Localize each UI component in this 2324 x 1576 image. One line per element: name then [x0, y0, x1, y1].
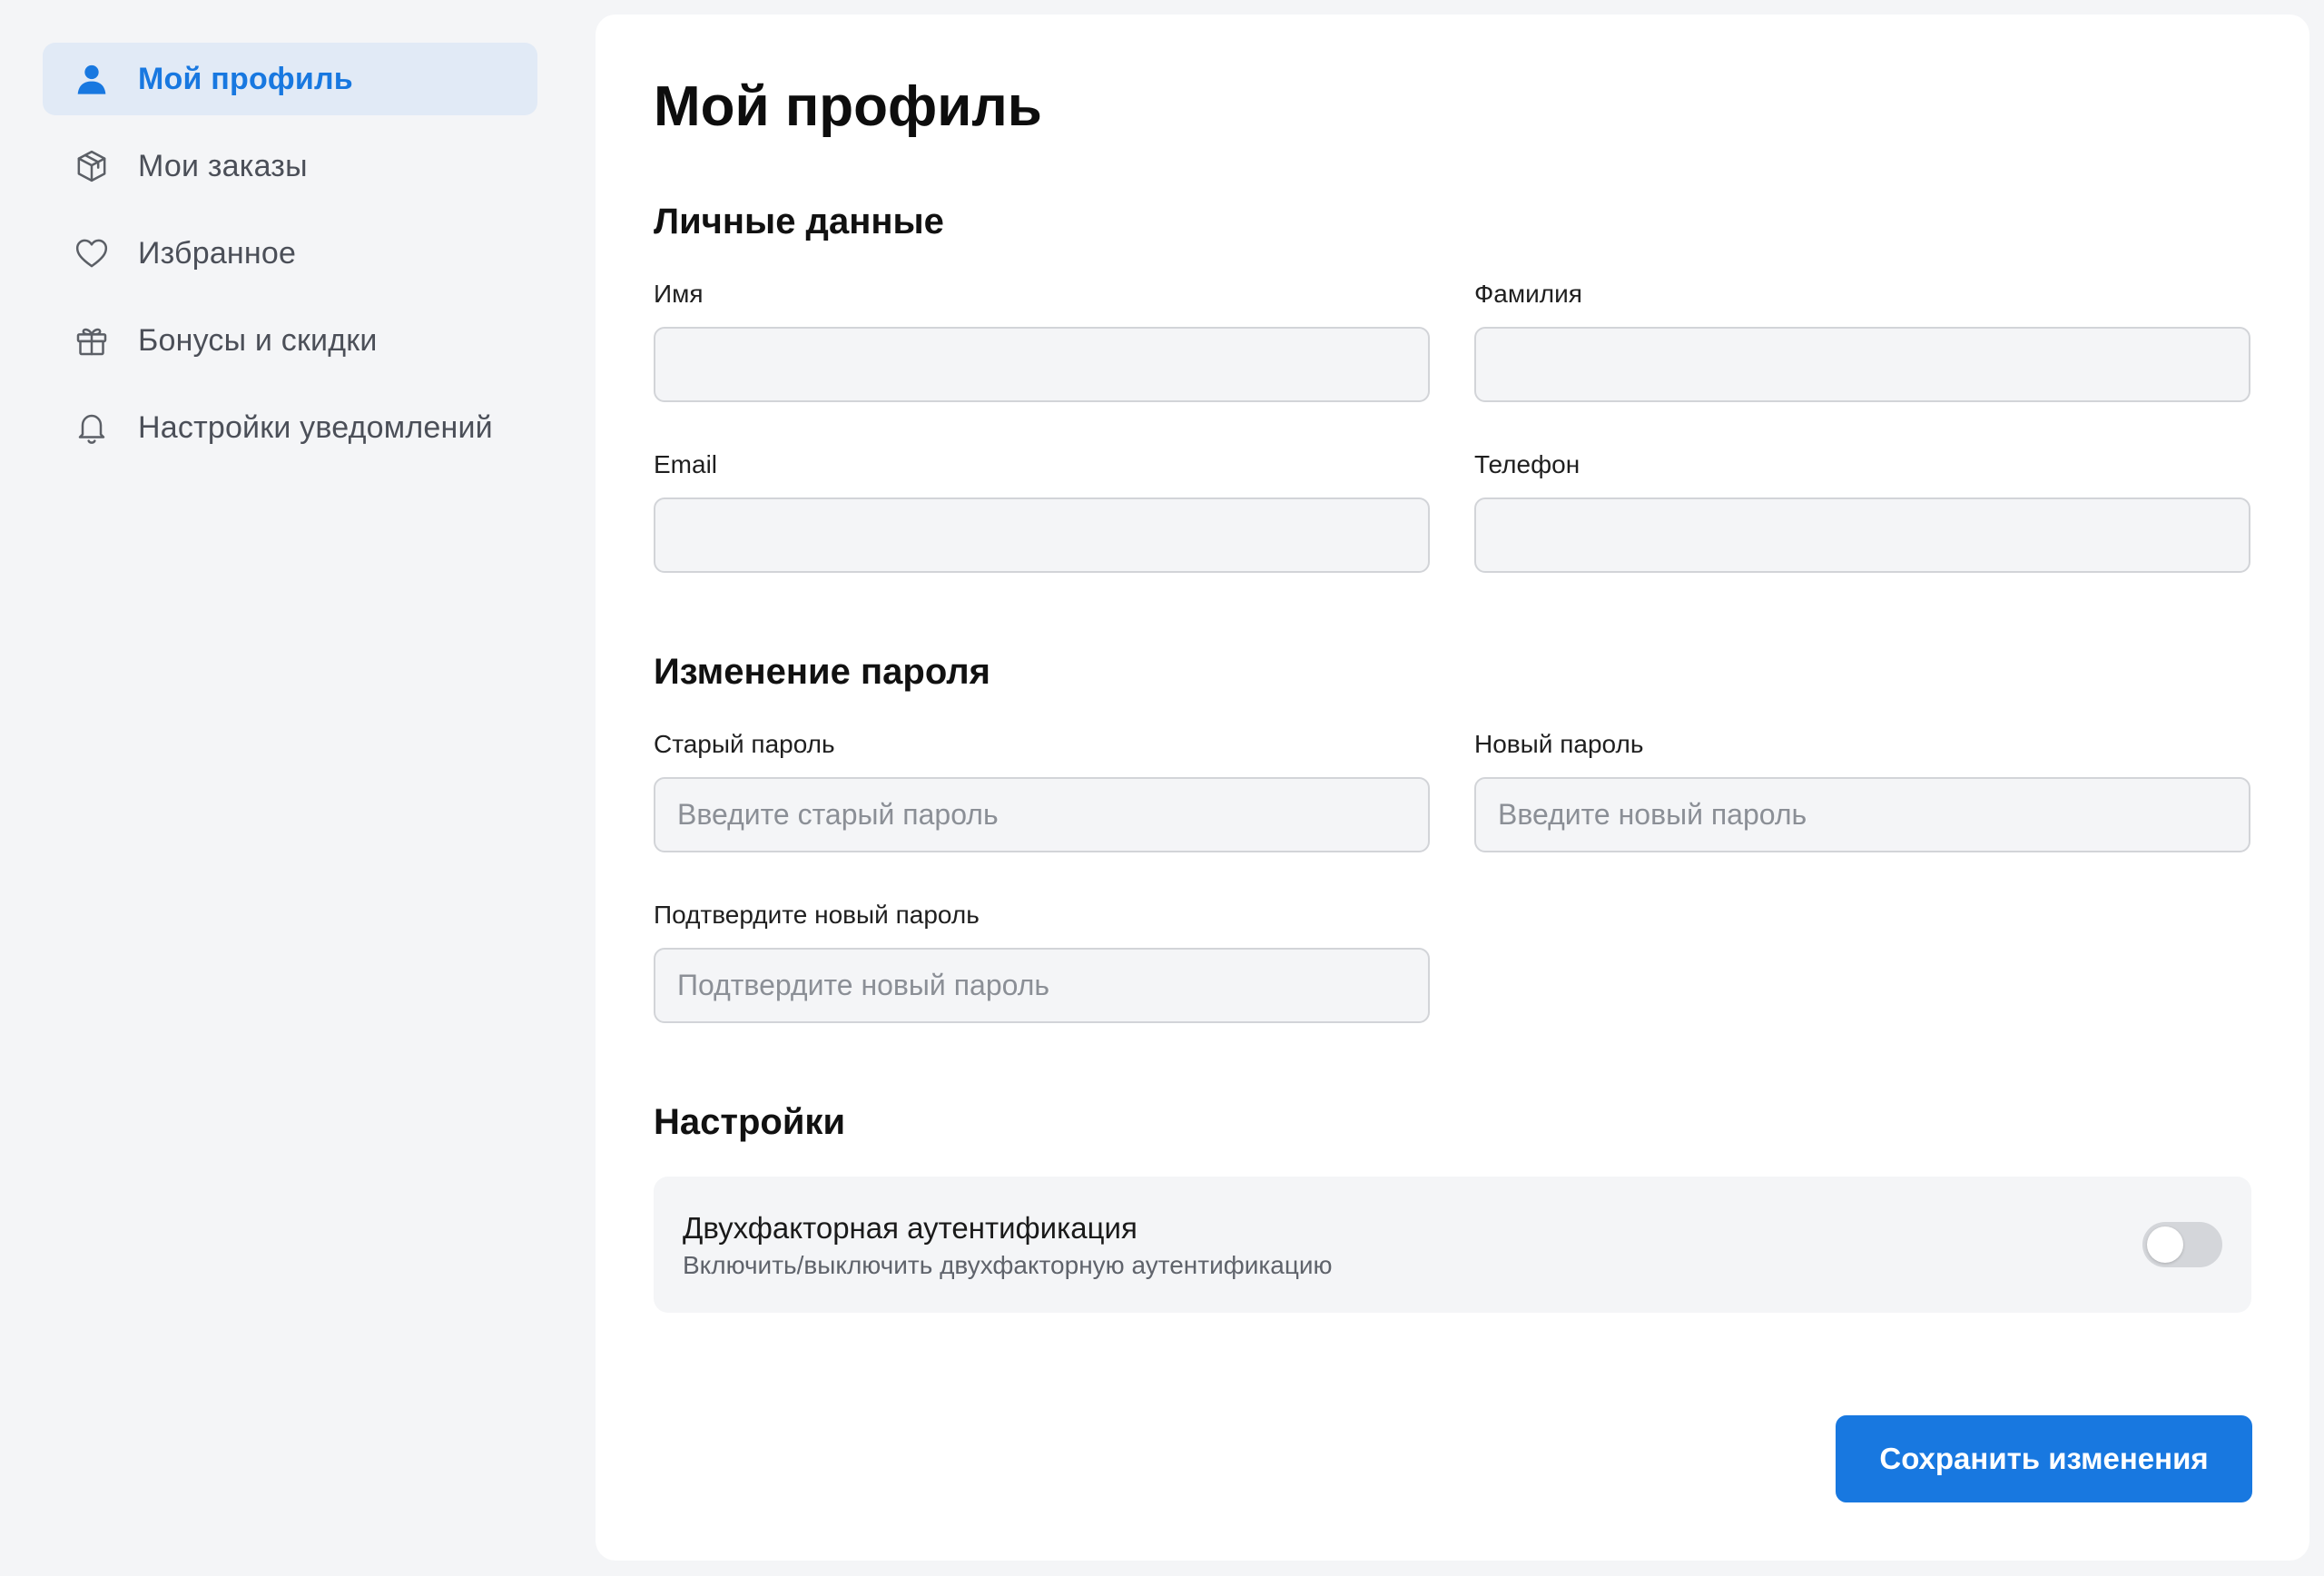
user-icon: [74, 61, 110, 97]
sidebar-item-label: Настройки уведомлений: [138, 409, 493, 445]
sidebar-item-label: Избранное: [138, 235, 297, 271]
password-change-heading: Изменение пароля: [654, 652, 991, 692]
two-factor-description: Включить/выключить двухфакторную аутенти…: [683, 1251, 1333, 1279]
two-factor-title: Двухфакторная аутентификация: [683, 1211, 1137, 1245]
bell-icon: [74, 409, 110, 446]
email-label: Email: [654, 450, 718, 478]
sidebar-item-label: Мой профиль: [138, 61, 353, 96]
sidebar-item-notification-settings[interactable]: Настройки уведомлений: [43, 391, 537, 464]
old-password-input[interactable]: [654, 777, 1430, 852]
first-name-label: Имя: [654, 280, 704, 308]
old-password-label: Старый пароль: [654, 730, 835, 758]
page-title: Мой профиль: [654, 75, 1042, 138]
personal-data-heading: Личные данные: [654, 202, 944, 241]
sidebar-item-favorites[interactable]: Избранное: [43, 217, 537, 290]
two-factor-setting: Двухфакторная аутентификация Включить/вы…: [654, 1177, 2251, 1313]
sidebar-item-bonuses[interactable]: Бонусы и скидки: [43, 304, 537, 377]
last-name-label: Фамилия: [1474, 280, 1582, 308]
confirm-password-label: Подтвердите новый пароль: [654, 901, 980, 929]
sidebar: Мой профиль Мои заказы Избранное Бонусы …: [43, 43, 537, 478]
sidebar-item-label: Бонусы и скидки: [138, 322, 378, 358]
two-factor-toggle[interactable]: [2142, 1222, 2222, 1267]
heart-icon: [74, 235, 110, 271]
sidebar-item-label: Мои заказы: [138, 148, 308, 183]
phone-input[interactable]: [1474, 497, 2250, 573]
email-input[interactable]: [654, 497, 1430, 573]
sidebar-item-my-profile[interactable]: Мой профиль: [43, 43, 537, 115]
settings-heading: Настройки: [654, 1102, 846, 1142]
sidebar-item-my-orders[interactable]: Мои заказы: [43, 130, 537, 202]
new-password-label: Новый пароль: [1474, 730, 1644, 758]
save-changes-button[interactable]: Сохранить изменения: [1836, 1415, 2252, 1502]
gift-icon: [74, 322, 110, 359]
new-password-input[interactable]: [1474, 777, 2250, 852]
phone-label: Телефон: [1474, 450, 1581, 478]
toggle-knob: [2147, 1226, 2183, 1263]
confirm-password-input[interactable]: [654, 948, 1430, 1023]
package-icon: [74, 148, 110, 184]
profile-card: Мой профиль Личные данные Имя Фамилия Em…: [596, 15, 2309, 1561]
first-name-input[interactable]: [654, 327, 1430, 402]
last-name-input[interactable]: [1474, 327, 2250, 402]
